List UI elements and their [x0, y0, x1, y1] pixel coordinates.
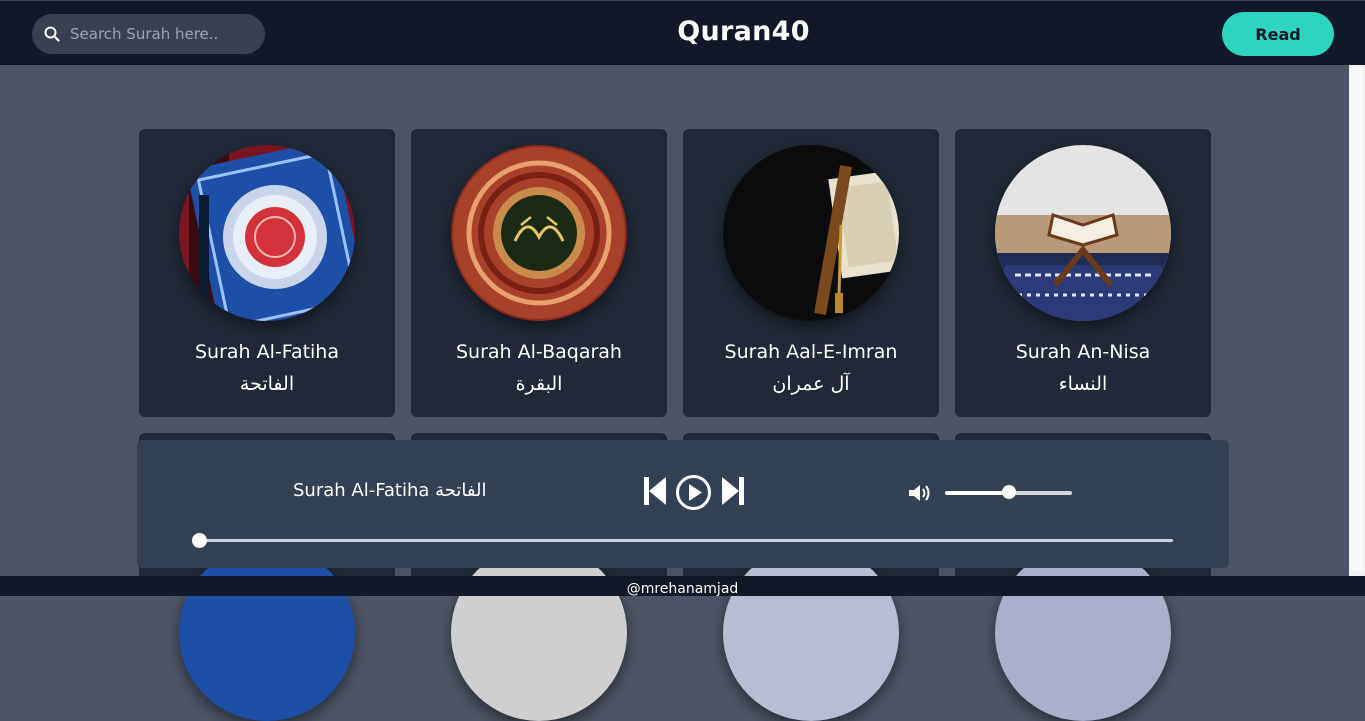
surah-arabic-name: النساء — [1058, 373, 1108, 395]
surah-name: Surah Al-Fatiha — [194, 341, 339, 363]
surah-image — [451, 145, 627, 321]
surah-name: Surah Al-Baqarah — [456, 341, 622, 363]
surah-card-al-baqarah[interactable]: Surah Al-Baqarah البقرة — [411, 129, 667, 417]
surah-arabic-name: البقرة — [515, 373, 563, 395]
scrollbar-thumb[interactable] — [1351, 66, 1363, 571]
seek-bar[interactable] — [192, 533, 1173, 548]
surah-card-aal-e-imran[interactable]: Surah Aal-E-Imran آل عمران — [683, 129, 939, 417]
next-icon[interactable] — [721, 476, 745, 506]
audio-player: Surah Al-Fatiha الفاتحة — [137, 440, 1229, 568]
surah-card-an-nisa[interactable]: Surah An-Nisa النساء — [955, 129, 1211, 417]
volume-fill — [945, 491, 1009, 495]
app-title: Quran40 — [677, 16, 810, 47]
surah-arabic-name: الفاتحة — [239, 373, 295, 395]
surah-card-al-fatiha[interactable]: Surah Al-Fatiha الفاتحة — [139, 129, 395, 417]
now-playing-title: Surah Al-Fatiha الفاتحة — [293, 480, 487, 501]
search-icon — [44, 26, 60, 42]
volume-icon[interactable] — [908, 483, 932, 503]
surah-image — [995, 145, 1171, 321]
top-navbar: Quran40 Read — [0, 0, 1365, 65]
seek-knob[interactable] — [192, 533, 207, 548]
previous-icon[interactable] — [643, 476, 667, 506]
read-button[interactable]: Read — [1222, 12, 1334, 56]
surah-arabic-name: آل عمران — [772, 373, 850, 395]
surah-name: Surah An-Nisa — [1015, 341, 1151, 363]
footer-credit: @mrehanamjad — [0, 576, 1365, 596]
search-box[interactable] — [32, 14, 265, 54]
volume-knob[interactable] — [1001, 485, 1016, 499]
surah-image — [723, 145, 899, 321]
surah-image — [995, 545, 1171, 721]
volume-slider[interactable] — [945, 485, 1072, 499]
search-input[interactable] — [68, 24, 252, 44]
surah-image — [451, 545, 627, 721]
surah-image — [179, 145, 355, 321]
surah-image — [179, 545, 355, 721]
play-icon[interactable] — [675, 474, 712, 511]
surah-name: Surah Aal-E-Imran — [724, 341, 898, 363]
surah-image — [723, 545, 899, 721]
